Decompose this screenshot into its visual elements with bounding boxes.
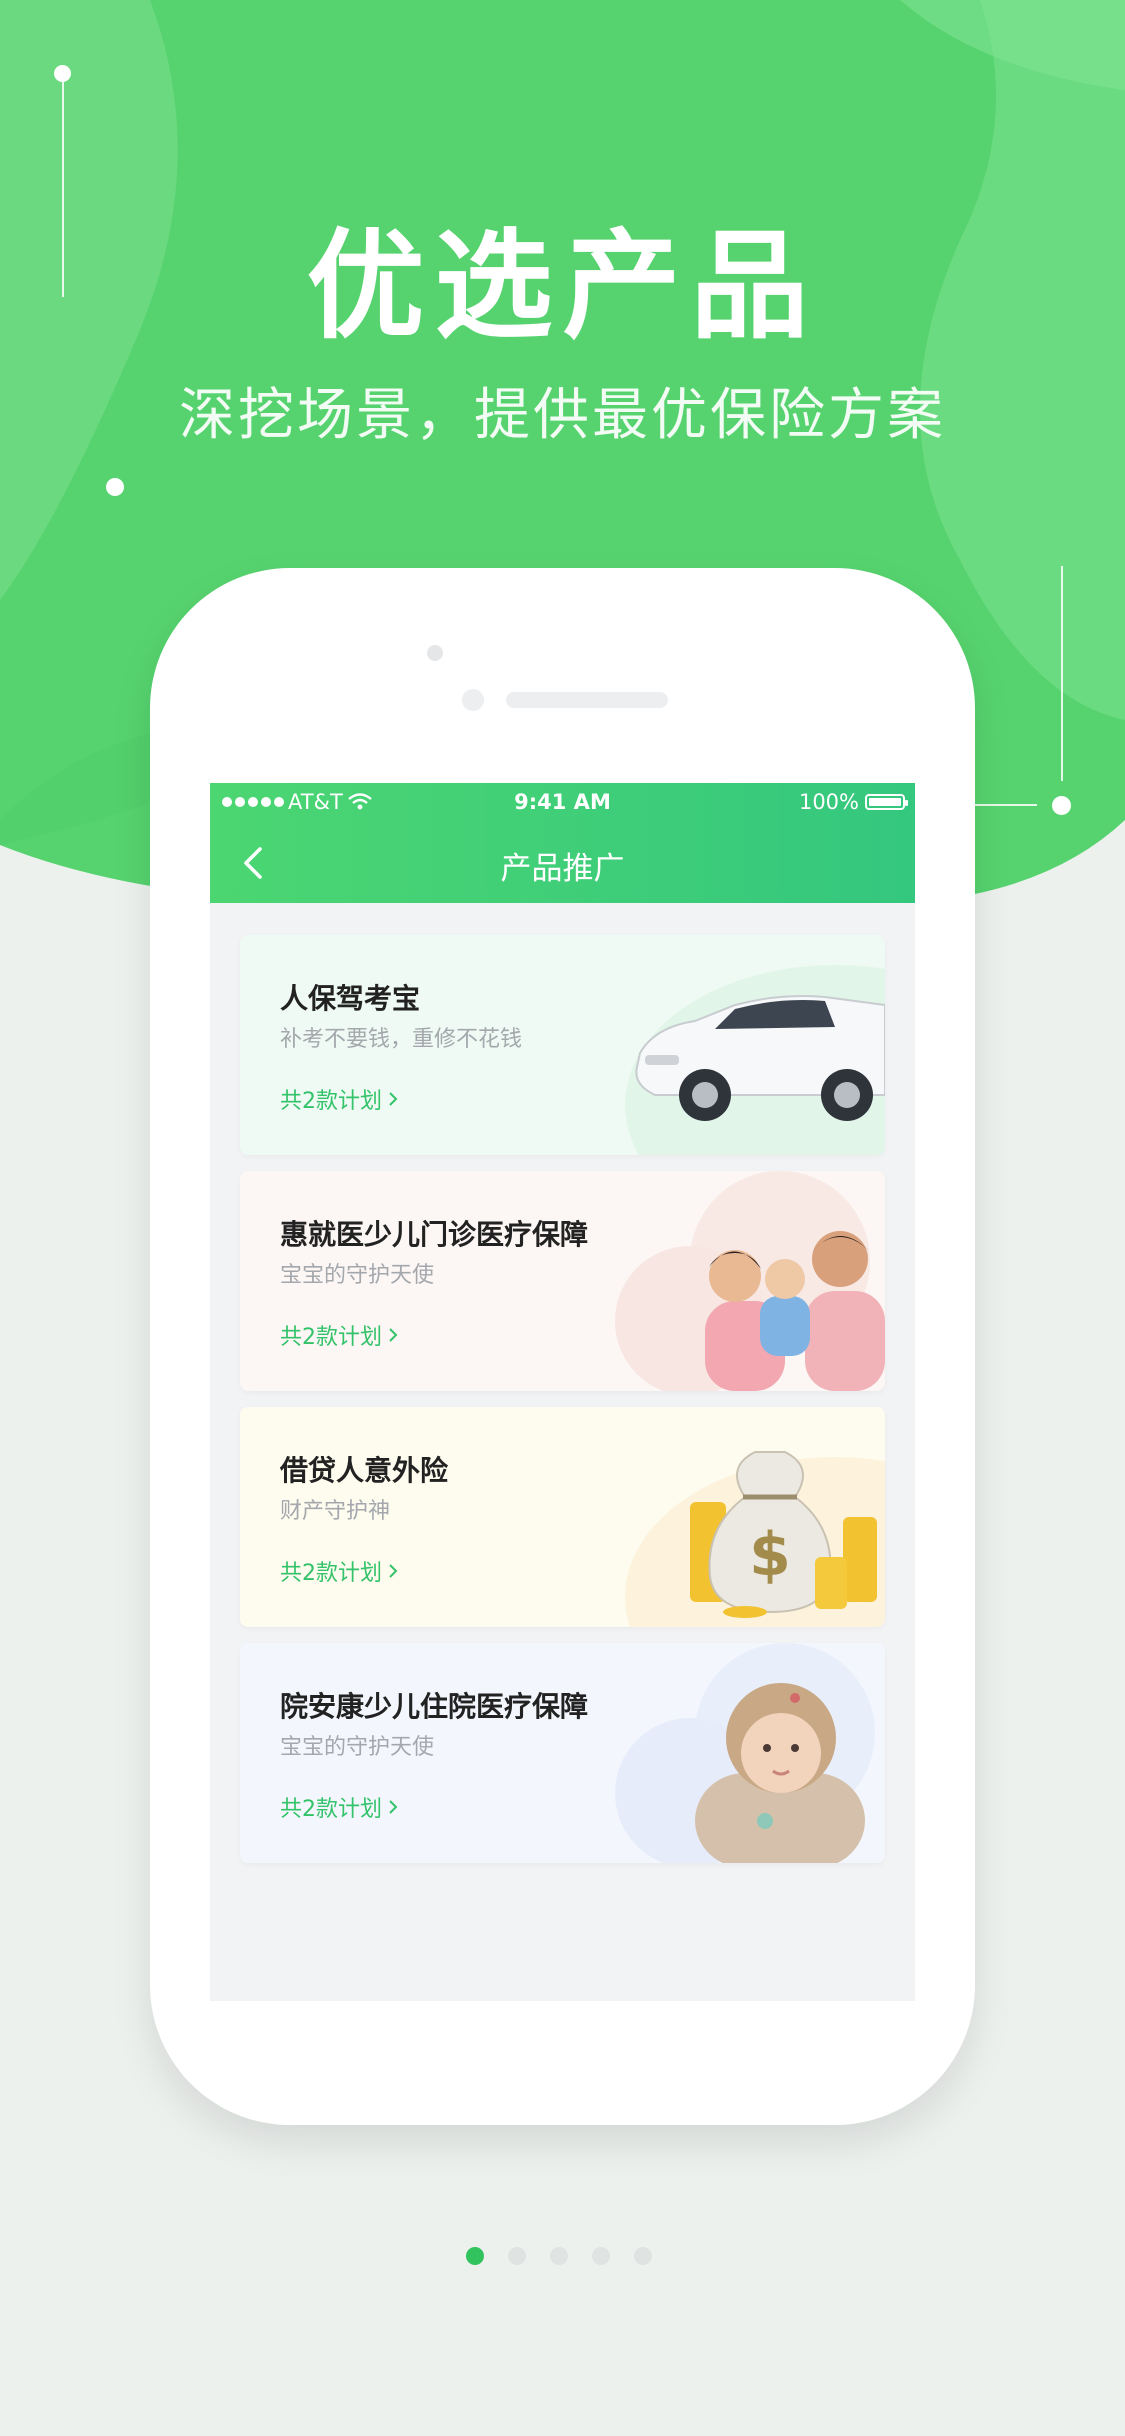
chevron-right-icon [389, 1800, 398, 1814]
plans-link-label: 共2款计划 [280, 1089, 382, 1114]
product-title: 惠就医少儿门诊医疗保障 [280, 1218, 589, 1251]
car-image [625, 965, 885, 1155]
page-dot-active[interactable] [466, 2247, 484, 2265]
nav-bar: 产品推广 [210, 823, 915, 903]
decor-dot [106, 478, 124, 496]
plans-link[interactable]: 共2款计划 [280, 1319, 398, 1351]
product-card[interactable]: $ 借贷人意外险 财产守护神 共2款计划 [240, 1407, 885, 1627]
decor-line-right-horizontal [975, 804, 1037, 806]
product-card[interactable]: 惠就医少儿门诊医疗保障 宝宝的守护天使 共2款计划 [240, 1171, 885, 1391]
product-title: 人保驾考宝 [280, 982, 421, 1015]
decor-line-right [1061, 566, 1063, 781]
page-dot[interactable] [550, 2247, 568, 2265]
page-dot[interactable] [634, 2247, 652, 2265]
app-header: AT&T 9:41 AM 100% 产品推广 [210, 783, 915, 903]
chevron-right-icon [389, 1092, 398, 1106]
product-desc: 宝宝的守护天使 [280, 1735, 435, 1760]
page-dot[interactable] [508, 2247, 526, 2265]
product-desc: 财产守护神 [280, 1499, 391, 1524]
product-card[interactable]: 人保驾考宝 补考不要钱，重修不花钱 共2款计划 [240, 935, 885, 1155]
hero-subtitle: 深挖场景，提供最优保险方案 [179, 383, 946, 448]
page-indicator [466, 2247, 666, 2267]
battery-icon [865, 794, 908, 810]
nav-title: 产品推广 [500, 851, 625, 887]
app-screen: AT&T 9:41 AM 100% 产品推广 人保驾考宝 补考不要钱，重修不花钱… [210, 783, 915, 2001]
baby-image [615, 1643, 875, 1863]
plans-link-label: 共2款计划 [280, 1325, 382, 1350]
svg-text:$: $ [749, 1520, 791, 1590]
decor-dot [1052, 796, 1071, 815]
family-image [615, 1171, 885, 1391]
product-desc: 宝宝的守护天使 [280, 1263, 435, 1288]
decor-dot [54, 65, 71, 82]
product-card[interactable]: 院安康少儿住院医疗保障 宝宝的守护天使 共2款计划 [240, 1643, 885, 1863]
product-desc: 补考不要钱，重修不花钱 [280, 1027, 523, 1052]
chevron-right-icon [389, 1564, 398, 1578]
product-title: 院安康少儿住院医疗保障 [280, 1690, 589, 1723]
status-right: 100% [798, 790, 908, 814]
money-bag-image: $ [625, 1451, 885, 1627]
product-title: 借贷人意外险 [280, 1454, 449, 1487]
plans-link[interactable]: 共2款计划 [280, 1555, 398, 1587]
status-bar: AT&T 9:41 AM 100% [210, 783, 915, 823]
plans-link[interactable]: 共2款计划 [280, 1083, 398, 1115]
hero-title: 优选产品 [306, 217, 819, 355]
battery-percent: 100% [798, 790, 859, 814]
plans-link[interactable]: 共2款计划 [280, 1791, 398, 1823]
phone-speaker [506, 692, 668, 708]
chevron-right-icon [389, 1328, 398, 1342]
plans-link-label: 共2款计划 [280, 1797, 382, 1822]
phone-sensor [462, 689, 484, 711]
plans-link-label: 共2款计划 [280, 1561, 382, 1586]
page-dot[interactable] [592, 2247, 610, 2265]
phone-camera [427, 645, 443, 661]
